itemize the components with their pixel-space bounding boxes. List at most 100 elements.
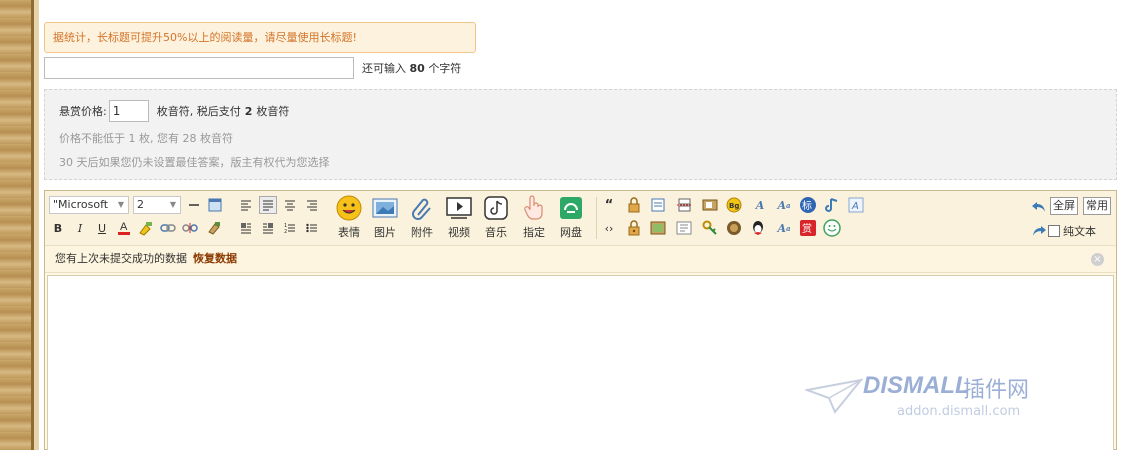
template-icon[interactable] xyxy=(675,219,693,237)
align-center-icon[interactable] xyxy=(281,196,299,214)
video-icon xyxy=(446,195,472,221)
rich-text-editor: "Microsoft ▼ 2 ▼ B I U A 12 表情 图片 附件 视频 … xyxy=(44,190,1117,450)
font-family-value: "Microsoft xyxy=(53,198,109,211)
emoji-circle-icon[interactable] xyxy=(823,219,841,237)
fullscreen-button[interactable]: 全屏 xyxy=(1050,197,1078,215)
coin-icon[interactable] xyxy=(725,219,743,237)
restore-data-link[interactable]: 恢复数据 xyxy=(193,252,237,265)
free-content-icon[interactable] xyxy=(649,196,667,214)
text-box-icon[interactable]: A xyxy=(847,196,865,214)
reward-after-input: 枚音符, 税后支付 xyxy=(156,105,241,118)
netdisk-button[interactable]: 网盘 xyxy=(554,195,588,241)
bold-button[interactable]: B xyxy=(49,219,67,237)
watermark-brand: DISMALL xyxy=(863,372,970,399)
svg-text:Bg: Bg xyxy=(729,202,739,210)
unlink-icon[interactable] xyxy=(181,219,199,237)
font-size-select[interactable]: 2 ▼ xyxy=(133,196,181,214)
reward-label: 悬赏价格: xyxy=(59,105,107,118)
svg-text:A: A xyxy=(120,221,128,233)
watermark-url: addon.dismall.com xyxy=(897,404,1021,419)
link-icon[interactable] xyxy=(159,219,177,237)
char-count-suffix: 个字符 xyxy=(428,62,462,75)
undo-icon[interactable] xyxy=(1030,198,1048,216)
svg-text:A: A xyxy=(851,201,859,212)
superscript-icon[interactable]: Aa xyxy=(775,196,793,214)
close-icon[interactable]: × xyxy=(1091,253,1104,266)
underline-button[interactable]: U xyxy=(93,219,111,237)
music-label: 音乐 xyxy=(485,226,507,239)
video-button[interactable]: 视频 xyxy=(442,195,476,241)
quote-icon[interactable]: “ xyxy=(600,196,618,214)
netdisk-label: 网盘 xyxy=(560,226,582,239)
background-color-icon[interactable]: Bg xyxy=(725,196,743,214)
char-count-hint: 还可输入 80 个字符 xyxy=(362,60,461,76)
common-label: 常用 xyxy=(1086,199,1108,212)
image-icon xyxy=(372,195,398,221)
hand-pointer-icon xyxy=(521,195,547,221)
text-color-button[interactable]: A xyxy=(115,219,133,237)
table-button[interactable] xyxy=(206,196,224,214)
emoticon-button[interactable]: 表情 xyxy=(332,195,366,241)
unordered-list-icon[interactable] xyxy=(303,219,321,237)
reward-deadline-hint: 30 天后如果您仍未设置最佳答案，版主有权代为您选择 xyxy=(59,156,330,169)
restore-data-bar: 您有上次未提交成功的数据 恢复数据 × xyxy=(45,245,1116,273)
chevron-down-icon: ▼ xyxy=(169,200,176,209)
locked-content-icon[interactable] xyxy=(625,219,643,237)
plain-text-toggle[interactable]: 纯文本 xyxy=(1048,223,1096,239)
music-button[interactable]: 音乐 xyxy=(479,195,513,241)
ordered-list-icon[interactable]: 12 xyxy=(281,219,299,237)
decorative-left-border xyxy=(0,0,39,450)
tag-icon[interactable]: 标 xyxy=(799,196,817,214)
reward-after-tax: 2 xyxy=(244,104,253,118)
redo-icon[interactable] xyxy=(1030,222,1048,240)
align-right-icon[interactable] xyxy=(303,196,321,214)
music-icon xyxy=(483,195,509,221)
cloud-drive-icon xyxy=(558,195,584,221)
float-right-icon[interactable] xyxy=(259,219,277,237)
font-family-select[interactable]: "Microsoft ▼ xyxy=(49,196,129,214)
image-insert-icon[interactable] xyxy=(649,219,667,237)
assign-button[interactable]: 指定 xyxy=(517,195,551,241)
hide-content-icon[interactable] xyxy=(625,196,643,214)
reward-price-input[interactable]: 1 xyxy=(108,100,149,122)
italic-button[interactable]: I xyxy=(71,219,89,237)
clear-format-icon[interactable] xyxy=(205,219,223,237)
plain-text-checkbox[interactable] xyxy=(1048,225,1060,237)
image-button[interactable]: 图片 xyxy=(368,195,402,241)
font-style-icon[interactable]: A xyxy=(751,196,769,214)
reward-unit: 枚音符 xyxy=(256,105,290,118)
svg-text:2: 2 xyxy=(284,229,287,234)
highlight-icon[interactable] xyxy=(137,219,155,237)
page-break-icon[interactable] xyxy=(675,196,693,214)
code-icon[interactable]: ‹› xyxy=(600,219,618,237)
float-left-icon[interactable] xyxy=(237,219,255,237)
paper-plane-icon xyxy=(805,378,864,414)
media-icon[interactable] xyxy=(701,196,719,214)
horizontal-rule-button[interactable] xyxy=(185,196,203,214)
chevron-down-icon: ▼ xyxy=(117,200,124,209)
watermark-cn: 插件网 xyxy=(963,378,1030,403)
align-left-icon[interactable] xyxy=(237,196,255,214)
qq-icon[interactable] xyxy=(749,219,767,237)
assign-label: 指定 xyxy=(523,226,545,239)
char-count-prefix: 还可输入 xyxy=(362,62,406,75)
editor-toolbar: "Microsoft ▼ 2 ▼ B I U A 12 表情 图片 附件 视频 … xyxy=(45,191,1116,245)
reward-min-hint: 价格不能低于 1 枚, 您有 28 枚音符 xyxy=(59,132,233,145)
svg-text:标: 标 xyxy=(802,200,812,212)
reward-panel: 悬赏价格: 1 枚音符, 税后支付 2 枚音符 价格不能低于 1 枚, 您有 2… xyxy=(44,89,1117,180)
key-icon[interactable] xyxy=(701,219,719,237)
align-justify-icon[interactable] xyxy=(259,196,277,214)
music-note-icon[interactable] xyxy=(823,196,841,214)
paperclip-icon xyxy=(409,195,435,221)
common-button[interactable]: 常用 xyxy=(1083,197,1111,215)
editor-content-area[interactable]: DISMALL 插件网 addon.dismall.com xyxy=(47,275,1114,450)
attachment-button[interactable]: 附件 xyxy=(405,195,439,241)
svg-text:赏: 赏 xyxy=(802,223,812,235)
font-size-value: 2 xyxy=(137,198,144,211)
reward-icon[interactable]: 赏 xyxy=(799,219,817,237)
smiley-icon xyxy=(336,195,362,221)
tip-text: 据统计，长标题可提升50%以上的阅读量，请尽量使用长标题! xyxy=(53,31,357,44)
post-form: 据统计，长标题可提升50%以上的阅读量，请尽量使用长标题! 还可输入 80 个字… xyxy=(44,0,1124,450)
title-input[interactable] xyxy=(44,57,354,79)
subscript-icon[interactable]: Aa xyxy=(775,219,793,237)
